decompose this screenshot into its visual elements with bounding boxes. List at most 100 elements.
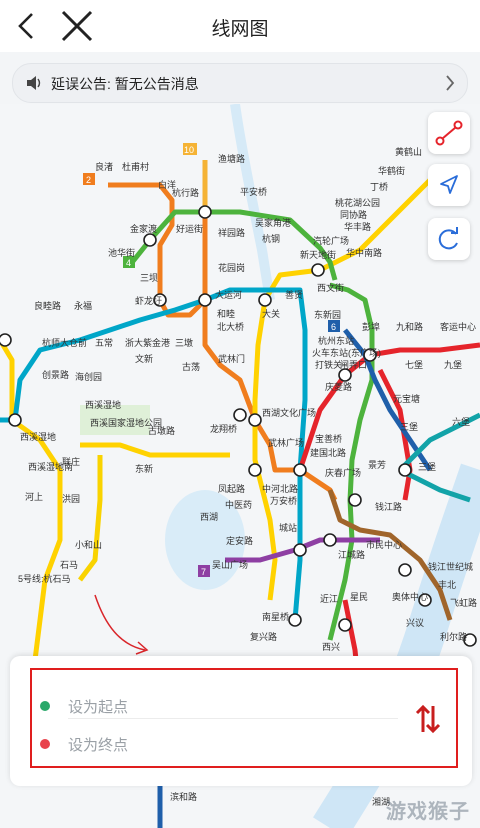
svg-text:北大桥: 北大桥 xyxy=(217,321,244,332)
notice-text: 延误公告: 暂无公告消息 xyxy=(51,76,199,92)
svg-text:海创园: 海创园 xyxy=(75,371,102,382)
svg-text:良睦路: 良睦路 xyxy=(34,300,61,311)
svg-text:三墩: 三墩 xyxy=(175,337,193,348)
svg-text:元宝塘: 元宝塘 xyxy=(393,393,420,404)
svg-text:2: 2 xyxy=(86,175,91,185)
refresh-icon xyxy=(438,227,458,250)
svg-text:闸弄口: 闸弄口 xyxy=(340,360,367,370)
svg-text:黄鹤山: 黄鹤山 xyxy=(395,146,422,157)
svg-text:三堡: 三堡 xyxy=(418,461,436,472)
svg-text:七堡: 七堡 xyxy=(405,359,423,370)
svg-text:洪园: 洪园 xyxy=(62,493,80,504)
locate-button[interactable] xyxy=(428,164,470,206)
svg-text:市民中心: 市民中心 xyxy=(366,539,402,550)
svg-text:庆菱路: 庆菱路 xyxy=(325,381,352,392)
route-line-icon xyxy=(435,120,463,146)
svg-text:利尔路: 利尔路 xyxy=(440,631,467,642)
svg-text:大关: 大关 xyxy=(262,308,280,319)
svg-text:汽轮广场: 汽轮广场 xyxy=(313,235,349,246)
svg-text:庆春广场: 庆春广场 xyxy=(325,467,361,478)
svg-text:江城路: 江城路 xyxy=(338,549,365,560)
svg-text:六堡: 六堡 xyxy=(452,416,470,427)
swap-icon[interactable] xyxy=(414,704,442,734)
svg-text:杭州东站: 杭州东站 xyxy=(318,335,354,346)
svg-text:西湖文化广场: 西湖文化广场 xyxy=(262,407,316,418)
svg-text:好运街: 好运街 xyxy=(176,223,203,234)
svg-text:九和路: 九和路 xyxy=(396,321,423,332)
svg-text:钱江世纪城: 钱江世纪城 xyxy=(428,561,473,572)
svg-text:新天地街: 新天地街 xyxy=(300,249,336,260)
svg-text:西兴: 西兴 xyxy=(322,642,340,652)
svg-text:龙翔桥: 龙翔桥 xyxy=(210,423,237,434)
svg-text:东新: 东新 xyxy=(135,463,153,474)
svg-text:7: 7 xyxy=(201,567,206,577)
svg-text:客运中心: 客运中心 xyxy=(440,321,476,332)
svg-text:五常: 五常 xyxy=(95,337,113,348)
svg-text:河上: 河上 xyxy=(25,491,43,502)
page-title: 线网图 xyxy=(211,19,269,40)
svg-text:景芳: 景芳 xyxy=(368,459,386,470)
svg-text:小和山: 小和山 xyxy=(75,540,102,550)
svg-text:南星桥: 南星桥 xyxy=(262,611,289,622)
chevron-right-icon xyxy=(446,75,455,91)
top-bar: 线网图 xyxy=(0,0,480,52)
svg-text:祥园路: 祥园路 xyxy=(218,227,245,238)
svg-text:杭行路: 杭行路 xyxy=(172,187,199,198)
svg-text:火车东站(东广场): 火车东站(东广场) xyxy=(312,347,381,358)
svg-text:花园岗: 花园岗 xyxy=(218,262,245,273)
start-station-field[interactable]: 设为起点 xyxy=(68,696,128,717)
svg-text:良渚: 良渚 xyxy=(95,161,113,172)
svg-text:近江: 近江 xyxy=(320,593,338,604)
svg-text:4: 4 xyxy=(126,258,131,268)
svg-text:建国北路: 建国北路 xyxy=(310,447,346,458)
svg-text:虾龙圩: 虾龙圩 xyxy=(135,295,162,306)
svg-text:6: 6 xyxy=(331,322,336,332)
svg-text:武林广场: 武林广场 xyxy=(268,437,304,448)
svg-text:华鹤街: 华鹤街 xyxy=(378,165,405,176)
svg-text:定安路: 定安路 xyxy=(226,535,253,546)
svg-text:宝善桥: 宝善桥 xyxy=(315,433,342,444)
route-input-highlight: 设为起点 设为终点 xyxy=(30,668,458,768)
svg-text:西溪湿地南: 西溪湿地南 xyxy=(28,461,73,472)
svg-text:奥体中心: 奥体中心 xyxy=(392,591,428,602)
svg-text:九堡: 九堡 xyxy=(444,359,462,370)
start-dot xyxy=(40,701,50,711)
svg-text:杭师大仓前: 杭师大仓前 xyxy=(42,337,87,348)
svg-text:平安桥: 平安桥 xyxy=(240,186,267,197)
svg-text:中医药: 中医药 xyxy=(225,499,252,510)
svg-text:西湖: 西湖 xyxy=(200,512,218,522)
svg-text:10: 10 xyxy=(184,145,194,155)
svg-text:吴家角港: 吴家角港 xyxy=(255,217,291,228)
svg-text:丰北: 丰北 xyxy=(438,579,456,590)
delay-notice-bar[interactable]: 延误公告: 暂无公告消息 xyxy=(12,63,468,103)
svg-text:大运河: 大运河 xyxy=(215,289,242,300)
route-plan-button[interactable] xyxy=(428,112,470,154)
svg-text:池华街: 池华街 xyxy=(108,247,135,258)
end-station-field[interactable]: 设为终点 xyxy=(68,734,128,755)
svg-text:滨和路: 滨和路 xyxy=(170,791,197,802)
svg-text:兴议: 兴议 xyxy=(406,618,424,628)
svg-text:三坝: 三坝 xyxy=(140,273,158,283)
svg-text:桃花湖公园: 桃花湖公园 xyxy=(335,197,380,208)
svg-text:永福: 永福 xyxy=(74,300,92,311)
svg-text:西溪湿地: 西溪湿地 xyxy=(20,431,56,442)
end-dot xyxy=(40,739,50,749)
svg-text:石马: 石马 xyxy=(60,560,78,570)
svg-text:渔塘路: 渔塘路 xyxy=(218,153,245,164)
svg-text:飞虹路: 飞虹路 xyxy=(450,597,477,608)
watermark: 游戏猴子 xyxy=(386,801,470,823)
svg-text:浙大紫金港: 浙大紫金港 xyxy=(125,337,170,348)
svg-text:杭钢: 杭钢 xyxy=(262,233,280,244)
svg-text:金家渡: 金家渡 xyxy=(130,223,157,234)
refresh-button[interactable] xyxy=(428,218,470,260)
svg-text:西溪湿地: 西溪湿地 xyxy=(85,399,121,410)
svg-text:打铁关: 打铁关 xyxy=(315,359,342,370)
svg-text:古墩路: 古墩路 xyxy=(148,425,175,436)
svg-text:西文街: 西文街 xyxy=(317,282,344,293)
speaker-icon xyxy=(27,76,41,90)
svg-text:中河北路: 中河北路 xyxy=(262,483,298,494)
svg-text:武林门: 武林门 xyxy=(218,353,245,364)
svg-text:城站: 城站 xyxy=(279,522,297,533)
route-input-panel: 设为起点 设为终点 xyxy=(10,656,472,786)
svg-text:凤起路: 凤起路 xyxy=(218,483,245,494)
